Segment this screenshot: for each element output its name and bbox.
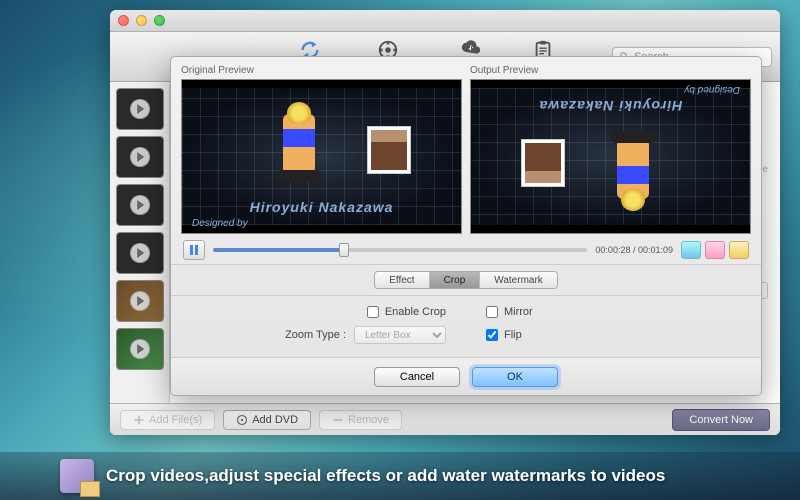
video-thumbnail[interactable] [116,88,164,130]
marker-tools [681,241,749,259]
video-list [110,82,170,435]
zoom-window-button[interactable] [154,15,165,26]
slider-thumb[interactable] [339,243,349,257]
plus-icon [133,414,145,426]
caption-text: Crop videos,adjust special effects or ad… [106,466,665,486]
preview-text: Hiroyuki Nakazawa [250,199,394,215]
remove-button[interactable]: Remove [319,410,402,430]
original-preview: Hiroyuki Nakazawa Designed by [181,79,462,234]
bottom-toolbar: Add File(s) Add DVD Remove Convert Now [110,403,780,435]
mirror-checkbox[interactable] [486,306,498,318]
modal-footer: Cancel OK [171,357,761,395]
convert-now-button[interactable]: Convert Now [672,409,770,431]
edit-tabs: Effect Crop Watermark [171,264,761,296]
crop-options: Enable Crop Mirror Zoom Type : Letter Bo… [171,296,761,354]
video-thumbnail[interactable] [116,232,164,274]
tab-crop[interactable]: Crop [430,272,481,288]
zoom-type-label: Zoom Type : [285,329,346,341]
output-preview-label: Output Preview [470,65,751,76]
flip-checkbox[interactable] [486,329,498,341]
disc-icon [236,414,248,426]
edit-video-modal: Original Preview Hiroyuki Nakazawa Desig… [170,56,762,396]
cancel-button[interactable]: Cancel [374,367,460,387]
original-preview-label: Original Preview [181,65,462,76]
close-window-button[interactable] [118,15,129,26]
preview-subtext: Designed by [192,218,248,229]
enable-crop-label: Enable Crop [385,306,446,318]
app-icon [60,459,94,493]
video-thumbnail[interactable] [116,184,164,226]
playback-controls: 00:00:28 / 00:01:09 [171,236,761,264]
time-display: 00:00:28 / 00:01:09 [595,245,673,255]
bookmark-button[interactable] [729,241,749,259]
snapshot-button[interactable] [681,241,701,259]
add-dvd-button[interactable]: Add DVD [223,410,311,430]
output-preview: Hiroyuki Nakazawa Designed by [470,79,751,234]
minimize-window-button[interactable] [136,15,147,26]
enable-crop-checkbox[interactable] [367,306,379,318]
seek-slider[interactable] [213,248,587,252]
video-thumbnail[interactable] [116,136,164,178]
minus-icon [332,414,344,426]
titlebar [110,10,780,32]
tab-watermark[interactable]: Watermark [480,272,557,288]
video-thumbnail[interactable] [116,280,164,322]
video-thumbnail[interactable] [116,328,164,370]
zoom-type-select[interactable]: Letter Box [354,326,446,344]
add-files-button[interactable]: Add File(s) [120,410,215,430]
ok-button[interactable]: OK [472,367,558,387]
promo-caption: Crop videos,adjust special effects or ad… [0,452,800,500]
clear-marker-button[interactable] [705,241,725,259]
tab-effect[interactable]: Effect [375,272,429,288]
flip-label: Flip [504,329,522,341]
traffic-lights [118,15,165,26]
mirror-label: Mirror [504,306,533,318]
pause-button[interactable] [183,240,205,260]
